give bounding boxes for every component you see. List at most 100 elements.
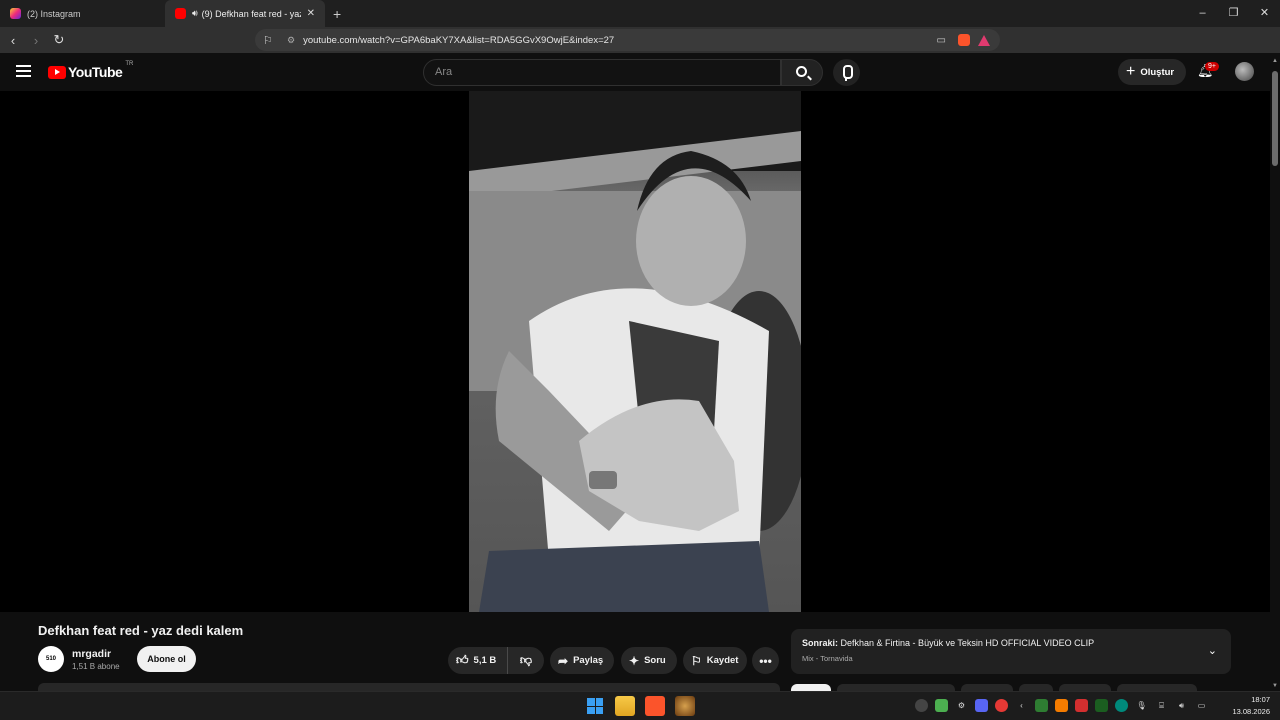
like-dislike-group: 👍︎ 5,1 B 👎︎ bbox=[448, 647, 544, 674]
tab-instagram[interactable]: (2) Instagram bbox=[0, 0, 165, 27]
more-dots-icon: ••• bbox=[759, 653, 772, 668]
hamburger-menu-icon[interactable] bbox=[16, 65, 31, 77]
channel-name[interactable]: mrgadir bbox=[72, 648, 111, 660]
tray-green-icon[interactable] bbox=[1035, 699, 1048, 712]
reload-icon[interactable]: ↻ bbox=[49, 32, 69, 48]
ask-label: Soru bbox=[644, 655, 666, 666]
subscribe-button[interactable]: Abone ol bbox=[137, 646, 196, 672]
speaker-icon[interactable]: 🔊︎ bbox=[192, 8, 198, 19]
close-window-button[interactable]: ✕ bbox=[1249, 0, 1280, 27]
battery-icon[interactable]: ▭ bbox=[1195, 699, 1208, 712]
taskbar-clock[interactable]: 18:07 13.08.2026 bbox=[1232, 694, 1270, 718]
tray-app-icon[interactable] bbox=[915, 699, 928, 712]
like-count: 5,1 B bbox=[473, 655, 497, 666]
browser-tab-strip: (2) Instagram 🔊︎ (9) Defkhan feat red - … bbox=[0, 0, 1280, 27]
voice-search-icon[interactable] bbox=[833, 59, 860, 86]
search-input[interactable]: Ara bbox=[423, 59, 781, 86]
plus-icon: + bbox=[1126, 63, 1136, 80]
country-code: TR bbox=[125, 61, 134, 67]
up-next-prefix: Sonraki: bbox=[802, 638, 839, 648]
dislike-button[interactable]: 👎︎ bbox=[508, 653, 544, 668]
channel-avatar[interactable]: 510 bbox=[38, 646, 64, 672]
chevron-down-icon[interactable]: ⌄ bbox=[1208, 644, 1217, 657]
tab-youtube-active[interactable]: 🔊︎ (9) Defkhan feat red - yaz dedi kalem… bbox=[165, 0, 325, 27]
new-tab-button[interactable]: + bbox=[333, 6, 341, 22]
like-button[interactable]: 👍︎ 5,1 B bbox=[448, 647, 508, 674]
up-next-title: Defkhan & Firtina - Büyük ve Teksin HD O… bbox=[840, 638, 1095, 648]
ask-button[interactable]: ✦ Soru bbox=[621, 647, 677, 674]
create-button[interactable]: + Oluştur bbox=[1118, 59, 1186, 85]
taskbar-apps bbox=[585, 696, 695, 716]
settings-gear-icon[interactable]: ⚙ bbox=[955, 699, 968, 712]
search-icon bbox=[796, 66, 807, 77]
tray-orange-icon[interactable] bbox=[1055, 699, 1068, 712]
up-next-line: Sonraki: Defkhan & Firtina - Büyük ve Te… bbox=[802, 638, 1220, 648]
brave-shields-icon[interactable] bbox=[958, 34, 970, 46]
youtube-header: YouTube TR Ara + Oluştur 🔔︎ 9+ bbox=[0, 53, 1270, 91]
thumbs-down-icon: 👎︎ bbox=[519, 653, 533, 667]
youtube-play-icon bbox=[48, 65, 66, 79]
video-title: Defkhan feat red - yaz dedi kalem bbox=[38, 623, 244, 638]
microphone-icon[interactable]: 🎙︎ bbox=[1135, 699, 1148, 712]
bookmark-save-icon: ⚐ bbox=[691, 653, 702, 668]
chevron-icon[interactable]: ‹ bbox=[1015, 699, 1028, 712]
site-info-icon[interactable]: ⚙ bbox=[287, 35, 295, 46]
clock-time: 18:07 bbox=[1251, 695, 1270, 704]
youtube-wordmark: YouTube bbox=[68, 64, 123, 80]
download-icon[interactable] bbox=[1075, 699, 1088, 712]
sparkle-icon: ✦ bbox=[629, 653, 640, 668]
close-tab-icon[interactable]: ✕ bbox=[307, 8, 315, 19]
channel-avatar-text: 510 bbox=[45, 656, 56, 662]
instagram-icon bbox=[10, 8, 21, 19]
address-bar[interactable]: ⚐ ⚙ youtube.com/watch?v=GPA6baKY7XA&list… bbox=[255, 29, 1000, 51]
video-still-image bbox=[469, 91, 801, 612]
nvidia-icon[interactable] bbox=[935, 699, 948, 712]
forward-icon[interactable]: › bbox=[26, 33, 46, 48]
url-text[interactable]: youtube.com/watch?v=GPA6baKY7XA&list=RDA… bbox=[303, 35, 936, 46]
video-frame[interactable] bbox=[469, 91, 801, 612]
up-next-card[interactable]: Sonraki: Defkhan & Firtina - Büyük ve Te… bbox=[791, 629, 1231, 674]
page-scrollbar[interactable]: ▲ ▼ bbox=[1270, 53, 1280, 691]
scroll-up-arrow-icon[interactable]: ▲ bbox=[1272, 58, 1278, 64]
scroll-down-arrow-icon[interactable]: ▼ bbox=[1272, 683, 1278, 689]
share-button[interactable]: ➦ Paylaş bbox=[550, 647, 614, 674]
windows-taskbar: ⚙ ‹ 🎙︎ ⌸ 🔊︎ ▭ 18:07 13.08.2026 bbox=[0, 691, 1280, 720]
youtube-logo[interactable]: YouTube TR bbox=[48, 61, 134, 80]
description-box[interactable] bbox=[38, 683, 780, 691]
maximize-button[interactable]: ❐ bbox=[1218, 0, 1249, 27]
tab-title: (9) Defkhan feat red - yaz dedi kalem bbox=[201, 8, 301, 19]
tab-title: (2) Instagram bbox=[27, 8, 81, 19]
network-icon[interactable]: ⌸ bbox=[1155, 699, 1168, 712]
brave-browser-icon[interactable] bbox=[645, 696, 665, 716]
youtube-icon bbox=[175, 8, 186, 19]
windows-start-icon[interactable] bbox=[585, 696, 605, 716]
cast-icon[interactable]: ▭ bbox=[937, 35, 946, 46]
tray-shield-icon[interactable] bbox=[1095, 699, 1108, 712]
video-player[interactable] bbox=[0, 91, 1270, 612]
save-button[interactable]: ⚐ Kaydet bbox=[683, 647, 747, 674]
clock-date: 13.08.2026 bbox=[1232, 707, 1270, 716]
bookmark-icon[interactable]: ⚐ bbox=[263, 34, 281, 47]
tray-teal-icon[interactable] bbox=[1115, 699, 1128, 712]
user-avatar[interactable] bbox=[1235, 62, 1254, 81]
thumbs-up-icon: 👍︎ bbox=[456, 653, 469, 667]
more-actions-button[interactable]: ••• bbox=[752, 647, 779, 674]
back-icon[interactable]: ‹ bbox=[3, 33, 23, 48]
minimize-button[interactable]: – bbox=[1187, 0, 1218, 27]
share-label: Paylaş bbox=[573, 655, 604, 666]
tray-record-icon[interactable] bbox=[995, 699, 1008, 712]
browser-toolbar: ‹ › ↻ ⚐ ⚙ youtube.com/watch?v=GPA6baKY7X… bbox=[0, 27, 1280, 74]
brave-rewards-icon[interactable] bbox=[978, 34, 990, 46]
app-icon[interactable] bbox=[675, 696, 695, 716]
volume-icon[interactable]: 🔊︎ bbox=[1175, 699, 1188, 712]
discord-icon[interactable] bbox=[975, 699, 988, 712]
notification-badge: 9+ bbox=[1205, 62, 1219, 71]
save-label: Kaydet bbox=[706, 655, 739, 666]
create-label: Oluştur bbox=[1140, 66, 1175, 78]
subscriber-count: 1,51 B abone bbox=[72, 662, 120, 671]
search-button[interactable] bbox=[781, 59, 823, 86]
share-arrow-icon: ➦ bbox=[558, 653, 569, 668]
scrollbar-thumb[interactable] bbox=[1272, 71, 1278, 166]
system-tray: ⚙ ‹ 🎙︎ ⌸ 🔊︎ ▭ bbox=[915, 699, 1208, 712]
file-explorer-icon[interactable] bbox=[615, 696, 635, 716]
